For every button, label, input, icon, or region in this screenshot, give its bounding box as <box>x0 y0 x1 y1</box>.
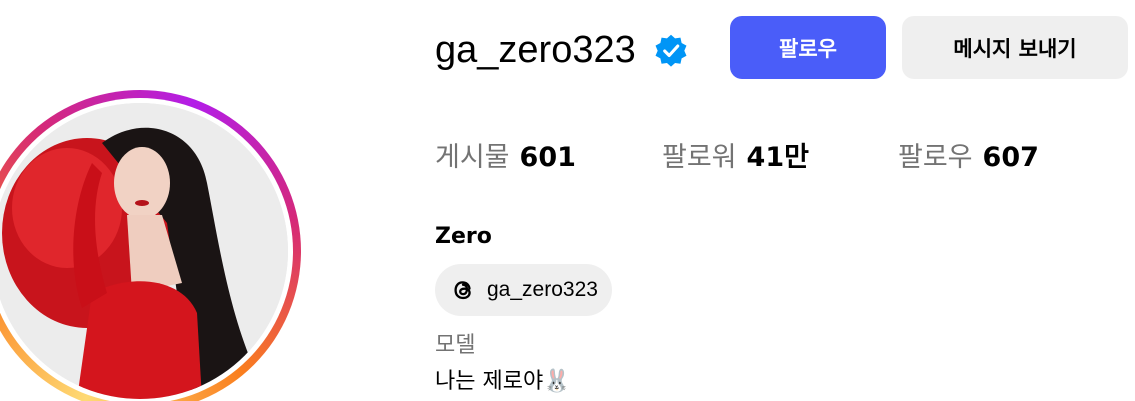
stat-following[interactable]: 팔로우 607 <box>898 138 1039 178</box>
following-label: 팔로우 <box>898 142 973 173</box>
avatar-photo-illustration <box>0 103 288 399</box>
profile-category: 모델 <box>435 333 476 358</box>
followers-count: 41만 <box>746 142 809 173</box>
threads-handle: ga_zero323 <box>487 278 598 301</box>
posts-count: 601 <box>519 142 576 173</box>
profile-avatar-story-ring[interactable] <box>0 90 301 401</box>
followers-label: 팔로워 <box>662 142 737 173</box>
message-button[interactable]: 메시지 보내기 <box>902 16 1128 79</box>
stat-posts: 게시물 601 <box>435 138 576 178</box>
avatar-frame <box>0 98 293 401</box>
avatar[interactable] <box>0 103 288 399</box>
following-count: 607 <box>982 142 1039 173</box>
threads-icon <box>454 281 471 300</box>
profile-bio: 나는 제로야🐰 <box>435 369 571 394</box>
threads-link-chip[interactable]: ga_zero323 <box>435 264 612 316</box>
stat-followers[interactable]: 팔로워 41만 <box>662 138 809 178</box>
verified-badge-icon <box>655 34 687 67</box>
profile-page: ga_zero323 팔로우 메시지 보내기 게시물 601 팔로워 41만 팔로우… <box>0 0 1135 401</box>
profile-full-name: Zero <box>435 224 492 249</box>
follow-button[interactable]: 팔로우 <box>730 16 886 79</box>
posts-label: 게시물 <box>435 142 510 173</box>
profile-username: ga_zero323 <box>435 29 636 71</box>
